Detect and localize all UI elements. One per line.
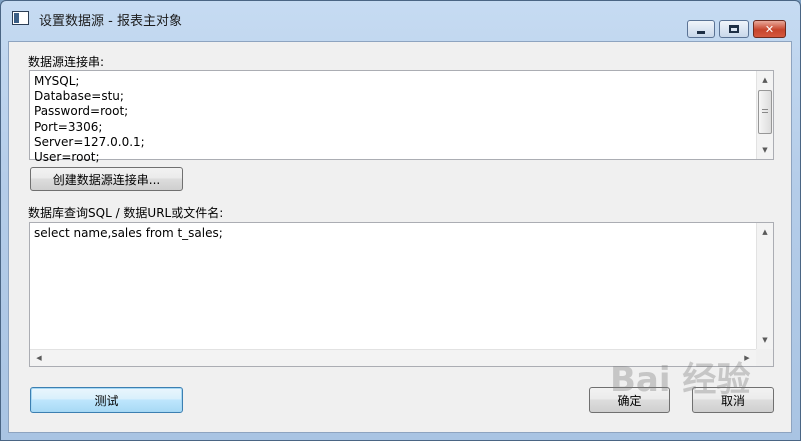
scroll-up-icon[interactable]: ▲ [757, 224, 773, 240]
connection-string-textarea[interactable]: MYSQL; Database=stu; Password=root; Port=33… [29, 70, 774, 164]
connection-string-line: Database=stu; [34, 89, 124, 104]
minimize-button[interactable] [687, 20, 715, 38]
connection-string-line: MYSQL; [34, 74, 80, 88]
window-title: 设置数据源 - 报表主对象 [39, 14, 182, 29]
create-connection-button[interactable]: 创建数据源连接串... [30, 167, 183, 191]
scroll-thumb[interactable] [758, 90, 772, 134]
minimize-icon [697, 30, 705, 34]
query-sql-textarea[interactable]: select name,sales from t_sales; ▲ ▼ ◀ ▶ [29, 222, 774, 367]
close-button[interactable]: ✕ [753, 20, 786, 38]
query-vertical-scrollbar[interactable]: ▲ ▼ [756, 223, 773, 349]
query-sql-text: select name,sales from t_sales; [34, 226, 223, 240]
scroll-down-icon[interactable]: ▼ [757, 142, 773, 158]
watermark-logo: Bai 经验 [610, 352, 780, 412]
connection-vertical-scrollbar[interactable]: ▲ ▼ [756, 71, 773, 159]
connection-string-line: Server=127.0.0.1; [34, 134, 145, 149]
query-sql-label: 数据库查询SQL / 数据URL或文件名: [28, 206, 224, 220]
scroll-up-icon[interactable]: ▲ [757, 72, 773, 88]
test-button[interactable]: 测试 [30, 387, 183, 413]
app-window-icon [12, 11, 29, 25]
connection-string-label: 数据源连接串: [28, 55, 105, 69]
maximize-button[interactable] [719, 20, 749, 38]
connection-string-line: Port=3306; [34, 119, 103, 134]
title-bar[interactable]: 设置数据源 - 报表主对象 [1, 1, 800, 31]
close-icon: ✕ [764, 22, 775, 36]
watermark-text: Bai 经验 [610, 360, 751, 400]
connection-string-line: User=root; [34, 150, 100, 165]
maximize-icon [729, 25, 739, 33]
connection-string-line: Password=root; [34, 104, 129, 119]
connection-string-text: MYSQL; Database=stu; Password=root; Port=33… [34, 74, 145, 165]
scroll-down-icon[interactable]: ▼ [757, 332, 773, 348]
scroll-left-icon[interactable]: ◀ [31, 350, 47, 366]
